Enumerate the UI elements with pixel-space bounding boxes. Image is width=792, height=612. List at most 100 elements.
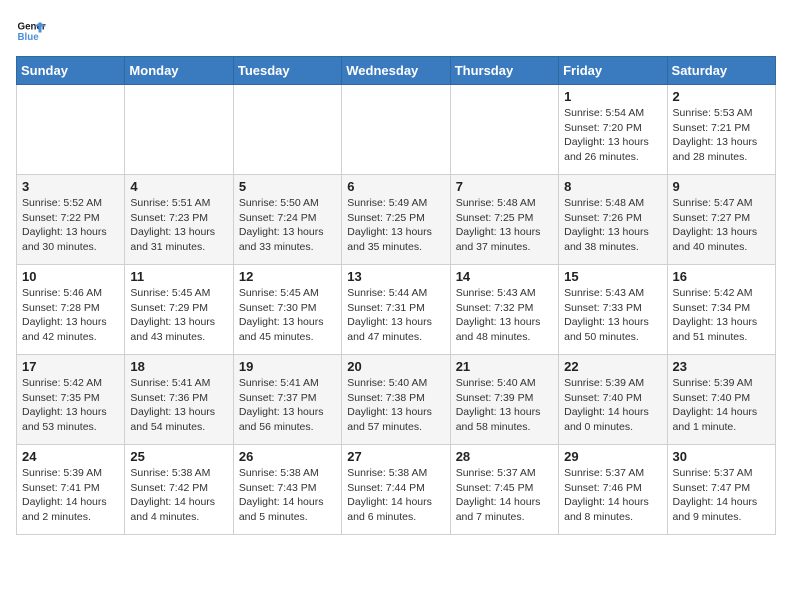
weekday-header: Friday bbox=[559, 57, 667, 85]
day-info: Sunrise: 5:41 AM Sunset: 7:37 PM Dayligh… bbox=[239, 376, 336, 435]
day-info: Sunrise: 5:43 AM Sunset: 7:33 PM Dayligh… bbox=[564, 286, 661, 345]
day-info: Sunrise: 5:38 AM Sunset: 7:42 PM Dayligh… bbox=[130, 466, 227, 525]
day-number: 19 bbox=[239, 359, 336, 374]
day-info: Sunrise: 5:38 AM Sunset: 7:43 PM Dayligh… bbox=[239, 466, 336, 525]
calendar-cell: 22Sunrise: 5:39 AM Sunset: 7:40 PM Dayli… bbox=[559, 355, 667, 445]
weekday-header: Thursday bbox=[450, 57, 558, 85]
calendar-cell: 5 Sunrise: 5:50 AM Sunset: 7:24 PM Daylig… bbox=[233, 175, 341, 265]
day-number: 3 bbox=[22, 179, 119, 194]
logo: General Blue bbox=[16, 16, 50, 46]
day-info: Sunrise: 5:44 AM Sunset: 7:31 PM Dayligh… bbox=[347, 286, 444, 345]
day-info: Sunrise: 5:39 AM Sunset: 7:41 PM Dayligh… bbox=[22, 466, 119, 525]
day-info: Sunrise: 5:43 AM Sunset: 7:32 PM Dayligh… bbox=[456, 286, 553, 345]
day-info: Sunrise: 5:52 AM Sunset: 7:22 PM Dayligh… bbox=[22, 196, 119, 255]
day-info: Sunrise: 5:53 AM Sunset: 7:21 PM Dayligh… bbox=[673, 106, 770, 165]
day-info: Sunrise: 5:41 AM Sunset: 7:36 PM Dayligh… bbox=[130, 376, 227, 435]
calendar-cell bbox=[450, 85, 558, 175]
day-info: Sunrise: 5:48 AM Sunset: 7:25 PM Dayligh… bbox=[456, 196, 553, 255]
calendar-cell: 3 Sunrise: 5:52 AM Sunset: 7:22 PM Daylig… bbox=[17, 175, 125, 265]
day-info: Sunrise: 5:45 AM Sunset: 7:29 PM Dayligh… bbox=[130, 286, 227, 345]
calendar-header: SundayMondayTuesdayWednesdayThursdayFrid… bbox=[17, 57, 776, 85]
day-number: 15 bbox=[564, 269, 661, 284]
weekday-header: Saturday bbox=[667, 57, 775, 85]
weekday-header: Sunday bbox=[17, 57, 125, 85]
calendar-cell: 11 Sunrise: 5:45 AM Sunset: 7:29 PM Dayli… bbox=[125, 265, 233, 355]
calendar-cell: 2Sunrise: 5:53 AM Sunset: 7:21 PM Daylig… bbox=[667, 85, 775, 175]
day-info: Sunrise: 5:39 AM Sunset: 7:40 PM Dayligh… bbox=[564, 376, 661, 435]
day-info: Sunrise: 5:42 AM Sunset: 7:34 PM Dayligh… bbox=[673, 286, 770, 345]
day-info: Sunrise: 5:46 AM Sunset: 7:28 PM Dayligh… bbox=[22, 286, 119, 345]
day-number: 23 bbox=[673, 359, 770, 374]
calendar-cell: 12 Sunrise: 5:45 AM Sunset: 7:30 PM Dayli… bbox=[233, 265, 341, 355]
day-number: 10 bbox=[22, 269, 119, 284]
calendar-cell: 10 Sunrise: 5:46 AM Sunset: 7:28 PM Dayli… bbox=[17, 265, 125, 355]
day-number: 8 bbox=[564, 179, 661, 194]
calendar-cell bbox=[233, 85, 341, 175]
day-number: 18 bbox=[130, 359, 227, 374]
day-info: Sunrise: 5:47 AM Sunset: 7:27 PM Dayligh… bbox=[673, 196, 770, 255]
calendar-week-row: 1 Sunrise: 5:54 AM Sunset: 7:20 PM Daylig… bbox=[17, 85, 776, 175]
calendar-cell: 8 Sunrise: 5:48 AM Sunset: 7:26 PM Daylig… bbox=[559, 175, 667, 265]
calendar-cell: 19 Sunrise: 5:41 AM Sunset: 7:37 PM Dayli… bbox=[233, 355, 341, 445]
calendar-cell: 23 Sunrise: 5:39 AM Sunset: 7:40 PM Dayli… bbox=[667, 355, 775, 445]
day-number: 1 bbox=[564, 89, 661, 104]
day-number: 7 bbox=[456, 179, 553, 194]
calendar-cell: 26 Sunrise: 5:38 AM Sunset: 7:43 PM Dayli… bbox=[233, 445, 341, 535]
day-number: 24 bbox=[22, 449, 119, 464]
day-number: 4 bbox=[130, 179, 227, 194]
day-info: Sunrise: 5:54 AM Sunset: 7:20 PM Dayligh… bbox=[564, 106, 661, 165]
day-number: 6 bbox=[347, 179, 444, 194]
header: General Blue bbox=[16, 16, 776, 46]
day-info: Sunrise: 5:37 AM Sunset: 7:45 PM Dayligh… bbox=[456, 466, 553, 525]
day-number: 29 bbox=[564, 449, 661, 464]
calendar: SundayMondayTuesdayWednesdayThursdayFrid… bbox=[16, 56, 776, 535]
day-number: 26 bbox=[239, 449, 336, 464]
day-number: 20 bbox=[347, 359, 444, 374]
day-number: 12 bbox=[239, 269, 336, 284]
weekday-header-row: SundayMondayTuesdayWednesdayThursdayFrid… bbox=[17, 57, 776, 85]
day-number: 14 bbox=[456, 269, 553, 284]
day-number: 5 bbox=[239, 179, 336, 194]
day-number: 9 bbox=[673, 179, 770, 194]
calendar-body: 1 Sunrise: 5:54 AM Sunset: 7:20 PM Daylig… bbox=[17, 85, 776, 535]
day-info: Sunrise: 5:48 AM Sunset: 7:26 PM Dayligh… bbox=[564, 196, 661, 255]
svg-text:General: General bbox=[18, 22, 47, 33]
day-info: Sunrise: 5:39 AM Sunset: 7:40 PM Dayligh… bbox=[673, 376, 770, 435]
calendar-cell: 14 Sunrise: 5:43 AM Sunset: 7:32 PM Dayli… bbox=[450, 265, 558, 355]
day-number: 16 bbox=[673, 269, 770, 284]
day-number: 30 bbox=[673, 449, 770, 464]
calendar-week-row: 10 Sunrise: 5:46 AM Sunset: 7:28 PM Dayli… bbox=[17, 265, 776, 355]
calendar-cell: 20 Sunrise: 5:40 AM Sunset: 7:38 PM Dayli… bbox=[342, 355, 450, 445]
weekday-header: Tuesday bbox=[233, 57, 341, 85]
day-info: Sunrise: 5:40 AM Sunset: 7:38 PM Dayligh… bbox=[347, 376, 444, 435]
day-info: Sunrise: 5:42 AM Sunset: 7:35 PM Dayligh… bbox=[22, 376, 119, 435]
calendar-cell: 6 Sunrise: 5:49 AM Sunset: 7:25 PM Daylig… bbox=[342, 175, 450, 265]
calendar-cell: 7 Sunrise: 5:48 AM Sunset: 7:25 PM Daylig… bbox=[450, 175, 558, 265]
day-info: Sunrise: 5:49 AM Sunset: 7:25 PM Dayligh… bbox=[347, 196, 444, 255]
calendar-cell: 28Sunrise: 5:37 AM Sunset: 7:45 PM Dayli… bbox=[450, 445, 558, 535]
calendar-week-row: 17 Sunrise: 5:42 AM Sunset: 7:35 PM Dayli… bbox=[17, 355, 776, 445]
calendar-cell: 15 Sunrise: 5:43 AM Sunset: 7:33 PM Dayli… bbox=[559, 265, 667, 355]
day-info: Sunrise: 5:51 AM Sunset: 7:23 PM Dayligh… bbox=[130, 196, 227, 255]
day-number: 27 bbox=[347, 449, 444, 464]
calendar-cell: 4 Sunrise: 5:51 AM Sunset: 7:23 PM Daylig… bbox=[125, 175, 233, 265]
day-number: 11 bbox=[130, 269, 227, 284]
calendar-cell: 9 Sunrise: 5:47 AM Sunset: 7:27 PM Daylig… bbox=[667, 175, 775, 265]
day-number: 17 bbox=[22, 359, 119, 374]
calendar-cell bbox=[17, 85, 125, 175]
calendar-cell bbox=[125, 85, 233, 175]
calendar-cell: 13 Sunrise: 5:44 AM Sunset: 7:31 PM Dayli… bbox=[342, 265, 450, 355]
calendar-cell: 29Sunrise: 5:37 AM Sunset: 7:46 PM Dayli… bbox=[559, 445, 667, 535]
day-info: Sunrise: 5:50 AM Sunset: 7:24 PM Dayligh… bbox=[239, 196, 336, 255]
calendar-cell: 27Sunrise: 5:38 AM Sunset: 7:44 PM Dayli… bbox=[342, 445, 450, 535]
day-number: 13 bbox=[347, 269, 444, 284]
day-info: Sunrise: 5:40 AM Sunset: 7:39 PM Dayligh… bbox=[456, 376, 553, 435]
logo-icon: General Blue bbox=[16, 16, 46, 46]
calendar-cell: 21Sunrise: 5:40 AM Sunset: 7:39 PM Dayli… bbox=[450, 355, 558, 445]
svg-text:Blue: Blue bbox=[18, 32, 40, 43]
weekday-header: Wednesday bbox=[342, 57, 450, 85]
day-number: 25 bbox=[130, 449, 227, 464]
weekday-header: Monday bbox=[125, 57, 233, 85]
calendar-cell: 16 Sunrise: 5:42 AM Sunset: 7:34 PM Dayli… bbox=[667, 265, 775, 355]
day-info: Sunrise: 5:45 AM Sunset: 7:30 PM Dayligh… bbox=[239, 286, 336, 345]
